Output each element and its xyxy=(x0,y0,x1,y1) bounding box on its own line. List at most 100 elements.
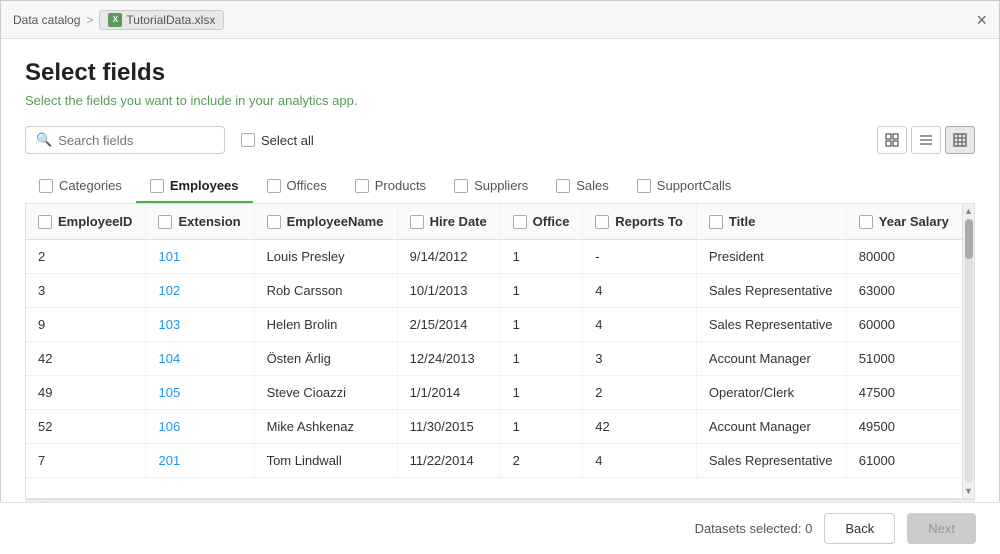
tab-categories-checkbox[interactable] xyxy=(39,179,53,193)
cell-employeename: Helen Brolin xyxy=(254,308,397,342)
tab-categories-label: Categories xyxy=(59,178,122,193)
tab-suppliers[interactable]: Suppliers xyxy=(440,170,542,203)
main-content: Select fields Select the fields you want… xyxy=(1,39,999,511)
scroll-thumb[interactable] xyxy=(965,219,973,259)
cell-extension[interactable]: 104 xyxy=(146,342,254,376)
tab-products-checkbox[interactable] xyxy=(355,179,369,193)
th-extension: Extension xyxy=(146,204,254,240)
cell-reportsto: 42 xyxy=(583,410,697,444)
table-scroll-container[interactable]: EmployeeID Extension E xyxy=(26,204,962,498)
th-extension-checkbox[interactable] xyxy=(158,215,172,229)
tab-offices-checkbox[interactable] xyxy=(267,179,281,193)
th-yearsalary-checkbox[interactable] xyxy=(859,215,873,229)
back-button[interactable]: Back xyxy=(824,513,895,544)
list-view-button[interactable] xyxy=(911,126,941,154)
table-row: 9103Helen Brolin2/15/201414Sales Represe… xyxy=(26,308,962,342)
tabs: Categories Employees Offices Products Su… xyxy=(25,170,975,204)
cell-employeeid: 7 xyxy=(26,444,146,478)
breadcrumb-separator: > xyxy=(86,13,93,27)
next-button[interactable]: Next xyxy=(907,513,976,544)
cell-yearsalary: 80000 xyxy=(846,240,962,274)
scroll-down-arrow[interactable]: ▼ xyxy=(964,486,973,496)
cell-yearsalary: 61000 xyxy=(846,444,962,478)
cell-office: 1 xyxy=(500,342,583,376)
cell-yearsalary: 63000 xyxy=(846,274,962,308)
th-reportsto-checkbox[interactable] xyxy=(595,215,609,229)
data-catalog-link[interactable]: Data catalog xyxy=(13,13,80,27)
select-all-label: Select all xyxy=(261,133,314,148)
file-breadcrumb[interactable]: X TutorialData.xlsx xyxy=(99,10,224,30)
cell-yearsalary: 51000 xyxy=(846,342,962,376)
tab-categories[interactable]: Categories xyxy=(25,170,136,203)
th-hiredate-checkbox[interactable] xyxy=(410,215,424,229)
th-employeename-checkbox[interactable] xyxy=(267,215,281,229)
cell-employeename: Rob Carsson xyxy=(254,274,397,308)
cell-yearsalary: 60000 xyxy=(846,308,962,342)
cell-yearsalary: 47500 xyxy=(846,376,962,410)
cell-hiredate: 1/1/2014 xyxy=(397,376,500,410)
th-office-checkbox[interactable] xyxy=(513,215,527,229)
tab-employees[interactable]: Employees xyxy=(136,170,253,203)
cell-hiredate: 9/14/2012 xyxy=(397,240,500,274)
cell-extension[interactable]: 101 xyxy=(146,240,254,274)
toolbar-left: 🔍 Select all xyxy=(25,126,314,154)
tab-products-label: Products xyxy=(375,178,426,193)
th-title-checkbox[interactable] xyxy=(709,215,723,229)
vertical-scrollbar[interactable]: ▲ ▼ xyxy=(962,204,974,498)
table-row: 42104Östen Ärlig12/24/201313Account Mana… xyxy=(26,342,962,376)
th-employeeid: EmployeeID xyxy=(26,204,146,240)
th-employeename: EmployeeName xyxy=(254,204,397,240)
tab-offices[interactable]: Offices xyxy=(253,170,341,203)
cell-extension[interactable]: 105 xyxy=(146,376,254,410)
tab-supportcalls-checkbox[interactable] xyxy=(637,179,651,193)
cell-title: Sales Representative xyxy=(696,308,846,342)
th-yearsalary: Year Salary xyxy=(846,204,962,240)
cell-office: 1 xyxy=(500,308,583,342)
table-body: 2101Louis Presley9/14/20121-President800… xyxy=(26,240,962,478)
cell-extension[interactable]: 103 xyxy=(146,308,254,342)
scroll-track xyxy=(965,219,973,483)
tab-products[interactable]: Products xyxy=(341,170,440,203)
tab-supportcalls[interactable]: SupportCalls xyxy=(623,170,745,203)
cell-office: 2 xyxy=(500,444,583,478)
th-title: Title xyxy=(696,204,846,240)
cell-employeeid: 9 xyxy=(26,308,146,342)
cell-employeename: Louis Presley xyxy=(254,240,397,274)
cell-title: Sales Representative xyxy=(696,274,846,308)
tab-offices-label: Offices xyxy=(287,178,327,193)
employees-table: EmployeeID Extension E xyxy=(26,204,962,478)
cell-extension[interactable]: 106 xyxy=(146,410,254,444)
grid-view-button[interactable] xyxy=(877,126,907,154)
table-row: 3102Rob Carsson10/1/201314Sales Represen… xyxy=(26,274,962,308)
cell-employeeid: 42 xyxy=(26,342,146,376)
cell-reportsto: 2 xyxy=(583,376,697,410)
tab-employees-checkbox[interactable] xyxy=(150,179,164,193)
list-icon xyxy=(919,133,933,147)
cell-extension[interactable]: 201 xyxy=(146,444,254,478)
search-box[interactable]: 🔍 xyxy=(25,126,225,154)
select-all-checkbox[interactable] xyxy=(241,133,255,147)
cell-reportsto: 4 xyxy=(583,308,697,342)
file-icon: X xyxy=(108,13,122,27)
cell-employeename: Östen Ärlig xyxy=(254,342,397,376)
cell-title: President xyxy=(696,240,846,274)
tab-employees-label: Employees xyxy=(170,178,239,193)
close-button[interactable]: × xyxy=(976,11,987,29)
tab-sales-label: Sales xyxy=(576,178,609,193)
cell-title: Account Manager xyxy=(696,342,846,376)
cell-employeeid: 3 xyxy=(26,274,146,308)
scroll-up-arrow[interactable]: ▲ xyxy=(964,206,973,216)
select-all-container[interactable]: Select all xyxy=(241,133,314,148)
cell-employeeid: 52 xyxy=(26,410,146,444)
tab-suppliers-checkbox[interactable] xyxy=(454,179,468,193)
search-input[interactable] xyxy=(58,133,214,148)
th-employeeid-checkbox[interactable] xyxy=(38,215,52,229)
th-reportsto: Reports To xyxy=(583,204,697,240)
cell-extension[interactable]: 102 xyxy=(146,274,254,308)
cell-employeename: Steve Cioazzi xyxy=(254,376,397,410)
table-view-button[interactable] xyxy=(945,126,975,154)
tab-sales[interactable]: Sales xyxy=(542,170,623,203)
view-toggle xyxy=(877,126,975,154)
tab-sales-checkbox[interactable] xyxy=(556,179,570,193)
table-header-row: EmployeeID Extension E xyxy=(26,204,962,240)
